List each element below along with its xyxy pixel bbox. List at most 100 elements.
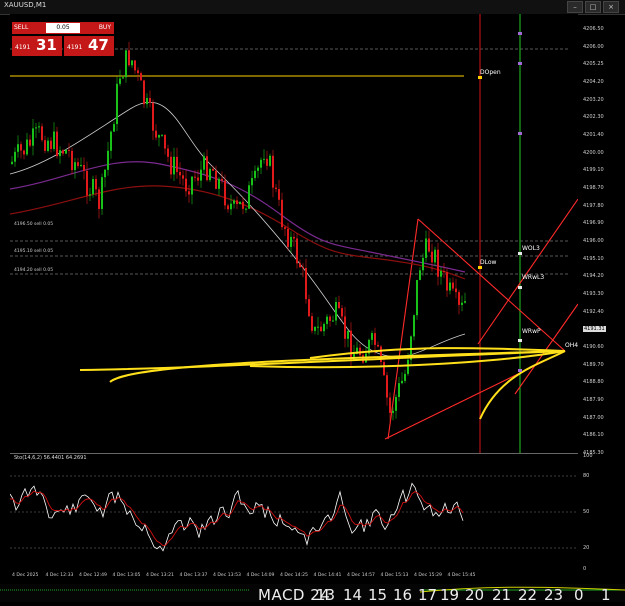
- time-tick-label: 4 Dec 12:49: [79, 573, 107, 578]
- window-controls: – □ ×: [567, 1, 619, 13]
- ind-level-100: 100: [583, 453, 593, 459]
- candle-body: [185, 178, 187, 192]
- price-tick-label: 4199.10: [583, 167, 604, 174]
- buy-button[interactable]: 4191 47: [64, 36, 114, 56]
- oh4-label: OH4: [565, 342, 579, 349]
- candle-body: [26, 139, 28, 155]
- time-axis: 4 Dec 2025 4 Dec 12:33 4 Dec 12:49 4 Dec 13…: [10, 573, 578, 581]
- candle-body: [290, 236, 292, 247]
- minimize-icon[interactable]: –: [567, 1, 583, 13]
- wrwp-label: WRwP: [522, 328, 541, 335]
- buy-label[interactable]: BUY: [99, 24, 111, 31]
- candle-body: [263, 158, 265, 160]
- candle-body: [206, 156, 208, 181]
- close-icon[interactable]: ×: [603, 1, 619, 13]
- candle-body: [320, 326, 322, 332]
- candle-body: [461, 302, 463, 305]
- stochastic-pane[interactable]: [10, 454, 578, 572]
- candle-body: [296, 238, 298, 264]
- candle-body: [278, 189, 280, 200]
- price-tick-label: 4200.00: [583, 149, 604, 156]
- candle-body: [68, 149, 70, 151]
- candle-body: [101, 177, 103, 209]
- candle-body: [29, 139, 31, 146]
- trade-panel-top: SELL 0.05 BUY: [12, 22, 114, 34]
- price-tick-label: 4197.80: [583, 202, 604, 209]
- lot-size-input[interactable]: 0.05: [46, 23, 80, 33]
- candle-body: [440, 270, 442, 277]
- hour-number: 14: [343, 586, 363, 604]
- time-tick-label: 4 Dec 14:25: [280, 573, 308, 578]
- candle-body: [134, 60, 136, 71]
- time-tick-label: 4 Dec 2025: [12, 573, 39, 578]
- candle-body: [428, 238, 430, 252]
- candle-body: [44, 140, 46, 151]
- candle-body: [233, 200, 235, 204]
- sell-button[interactable]: 4191 31: [12, 36, 62, 56]
- candle-body: [221, 178, 223, 181]
- price-tick-label: 4187.90: [583, 397, 604, 403]
- candle-body: [80, 164, 82, 166]
- candle-body: [386, 375, 388, 398]
- price-tick-label: 4189.70: [583, 361, 604, 368]
- hour-number: 20: [465, 586, 485, 604]
- dopen-label: DOpen: [480, 69, 501, 76]
- candle-body: [281, 199, 283, 228]
- candle-body: [398, 383, 400, 398]
- candle-body: [170, 156, 172, 175]
- candle-body: [191, 176, 193, 195]
- price-tick-label: 4186.10: [583, 432, 604, 439]
- candle-body: [272, 155, 274, 188]
- candle-body: [284, 227, 286, 229]
- candle-body: [437, 249, 439, 277]
- price-tick-label: 4194.20: [583, 273, 604, 280]
- price-chart[interactable]: [10, 14, 578, 454]
- candle-body: [71, 150, 73, 171]
- maximize-icon[interactable]: □: [585, 1, 601, 13]
- candle-body: [245, 208, 247, 210]
- indicator-title: Sto(14,6,2) 56.4401 64.2691: [14, 455, 87, 461]
- price-tick-label: 4195.10: [583, 255, 604, 262]
- candle-body: [446, 272, 448, 291]
- candle-body: [401, 380, 403, 384]
- candle-body: [431, 251, 433, 263]
- candle-body: [254, 170, 256, 179]
- time-tick-label: 4 Dec 13:53: [213, 573, 241, 578]
- time-tick-label: 4 Dec 15:13: [380, 573, 409, 578]
- price-tick-label: 4202.30: [583, 114, 604, 121]
- candle-body: [152, 102, 154, 131]
- candle-body: [194, 176, 196, 178]
- candle-body: [422, 257, 424, 271]
- dlow-label: DLow: [480, 259, 497, 266]
- candle-body: [332, 320, 334, 322]
- hour-number: 22: [518, 586, 538, 604]
- sell-label[interactable]: SELL: [14, 24, 28, 31]
- candle-body: [83, 164, 85, 171]
- candle-body: [89, 194, 91, 196]
- price-tick-label: 4190.60: [583, 344, 604, 350]
- price-tick-label: 4188.80: [583, 379, 604, 386]
- candle-body: [317, 326, 319, 328]
- candle-body: [293, 236, 295, 239]
- hour-number: 15: [368, 586, 388, 604]
- window-titlebar: XAUUSD,M1 – □ ×: [0, 0, 625, 15]
- candle-body: [86, 170, 88, 196]
- hour-number: 17: [418, 586, 438, 604]
- candle-body: [374, 333, 376, 345]
- candle-body: [407, 359, 409, 374]
- candle-body: [329, 316, 331, 321]
- candle-body: [434, 249, 436, 263]
- time-tick-label: 4 Dec 13:05: [112, 573, 141, 578]
- candle-body: [236, 200, 238, 205]
- price-tick-label: 4193.30: [583, 291, 604, 297]
- price-tick-label: 4196.00: [583, 238, 604, 244]
- price-tick-label: 4204.20: [583, 79, 604, 85]
- candle-body: [20, 144, 22, 151]
- candle-body: [242, 201, 244, 209]
- candle-body: [239, 201, 241, 205]
- order-tag: 4195.10 sell 0.05: [14, 249, 54, 254]
- ind-level-0: 0: [583, 566, 587, 572]
- candle-body: [344, 316, 346, 339]
- buy-price-small: 4191: [67, 44, 83, 51]
- candle-body: [404, 373, 406, 381]
